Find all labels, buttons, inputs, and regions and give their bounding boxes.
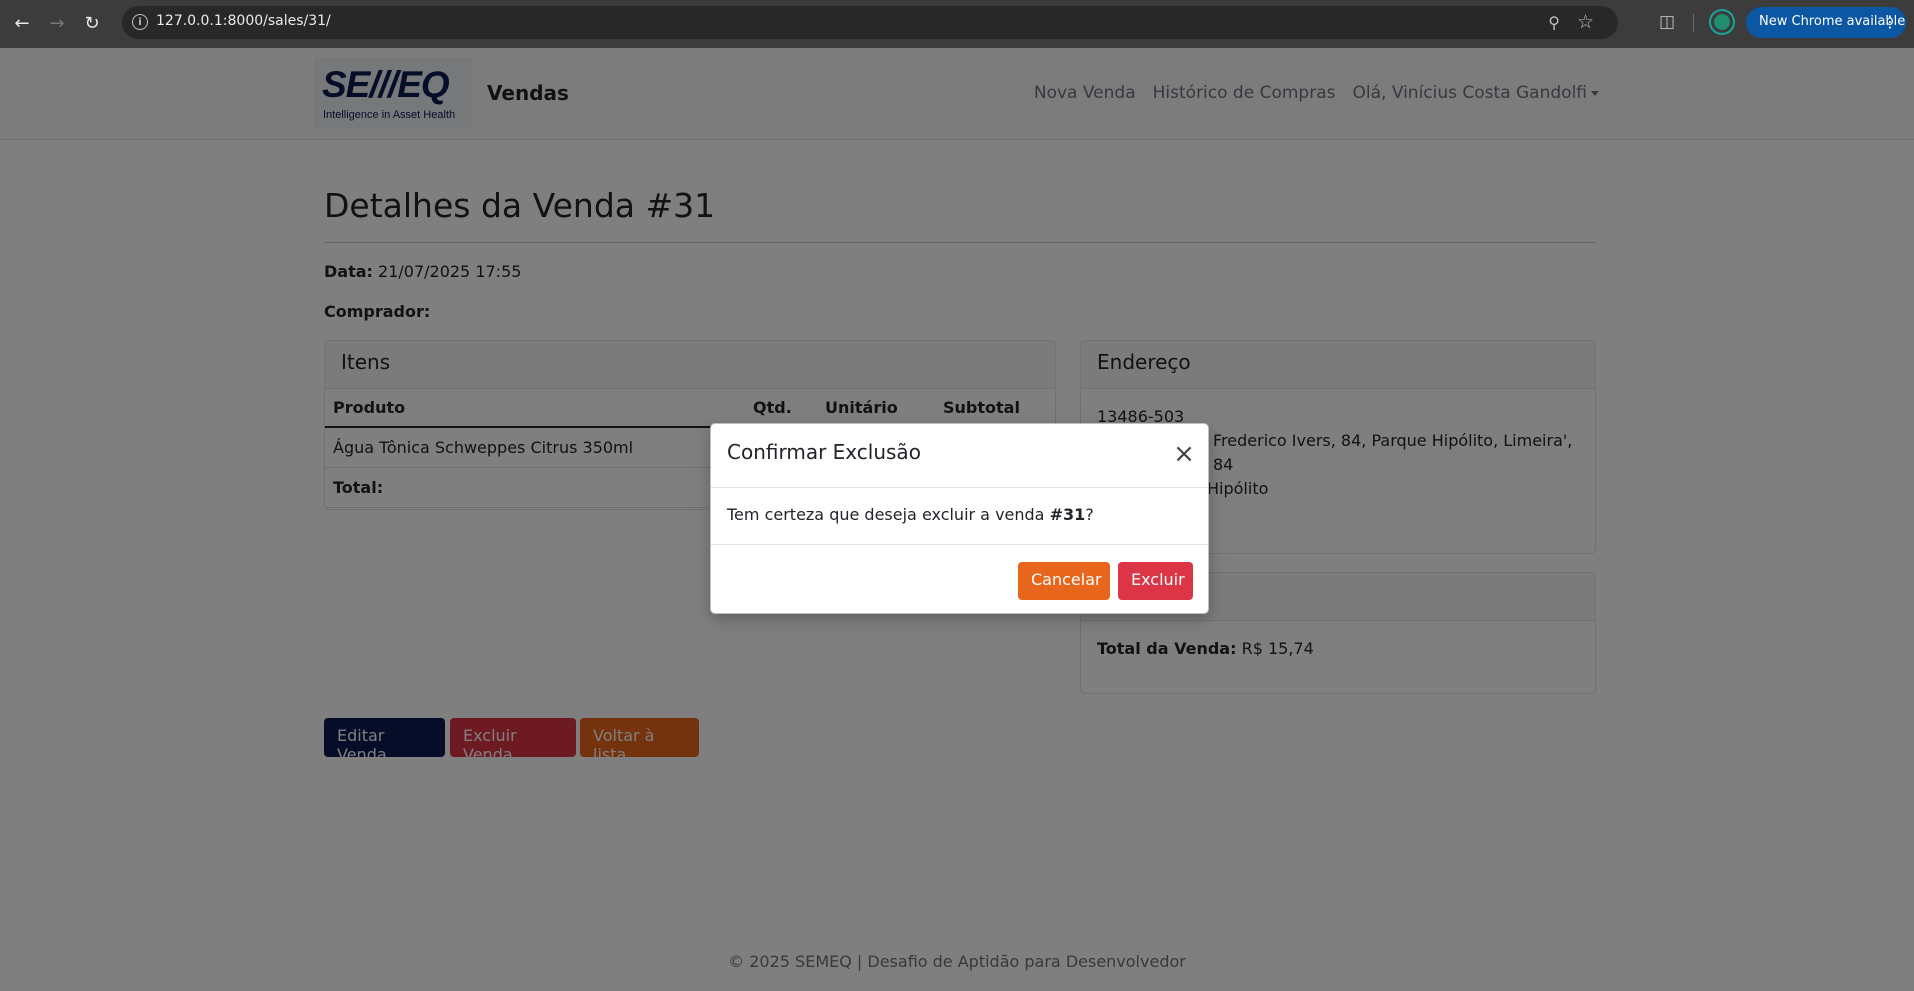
url-text[interactable]: 127.0.0.1:8000/sales/31/ [156,13,331,29]
confirm-delete-modal: Confirmar Exclusão × Tem certeza que des… [710,423,1209,614]
confirm-delete-button[interactable]: Excluir [1118,562,1193,600]
toolbar-divider [1693,14,1694,32]
extensions-puzzle-icon[interactable]: ◫ [1656,11,1678,33]
cancel-button[interactable]: Cancelar [1018,562,1110,600]
modal-body-suffix: ? [1085,505,1094,524]
bookmark-star-icon[interactable]: ☆ [1577,11,1594,33]
menu-dots-icon[interactable]: ⋮ [1882,12,1898,31]
close-icon[interactable]: × [1173,441,1195,467]
site-info-icon[interactable]: i [132,14,148,30]
modal-title: Confirmar Exclusão [727,440,921,464]
chrome-update-button[interactable]: New Chrome available ⋮ [1746,7,1906,38]
reload-icon[interactable]: ↻ [80,11,104,35]
address-bar[interactable]: i 127.0.0.1:8000/sales/31/ ⚲ ☆ [122,6,1618,39]
back-arrow-icon[interactable]: ← [10,11,34,35]
modal-body-prefix: Tem certeza que deseja excluir a venda [727,505,1050,524]
profile-avatar-icon[interactable] [1711,11,1733,33]
modal-footer: Cancelar Excluir [711,545,1208,613]
modal-header: Confirmar Exclusão [711,424,1208,488]
browser-toolbar: ← → ↻ i 127.0.0.1:8000/sales/31/ ⚲ ☆ ◫ N… [0,0,1914,48]
location-pin-icon[interactable]: ⚲ [1548,13,1560,32]
forward-arrow-icon[interactable]: → [45,11,69,35]
modal-body: Tem certeza que deseja excluir a venda #… [711,488,1208,545]
modal-sale-ref: #31 [1049,505,1086,524]
